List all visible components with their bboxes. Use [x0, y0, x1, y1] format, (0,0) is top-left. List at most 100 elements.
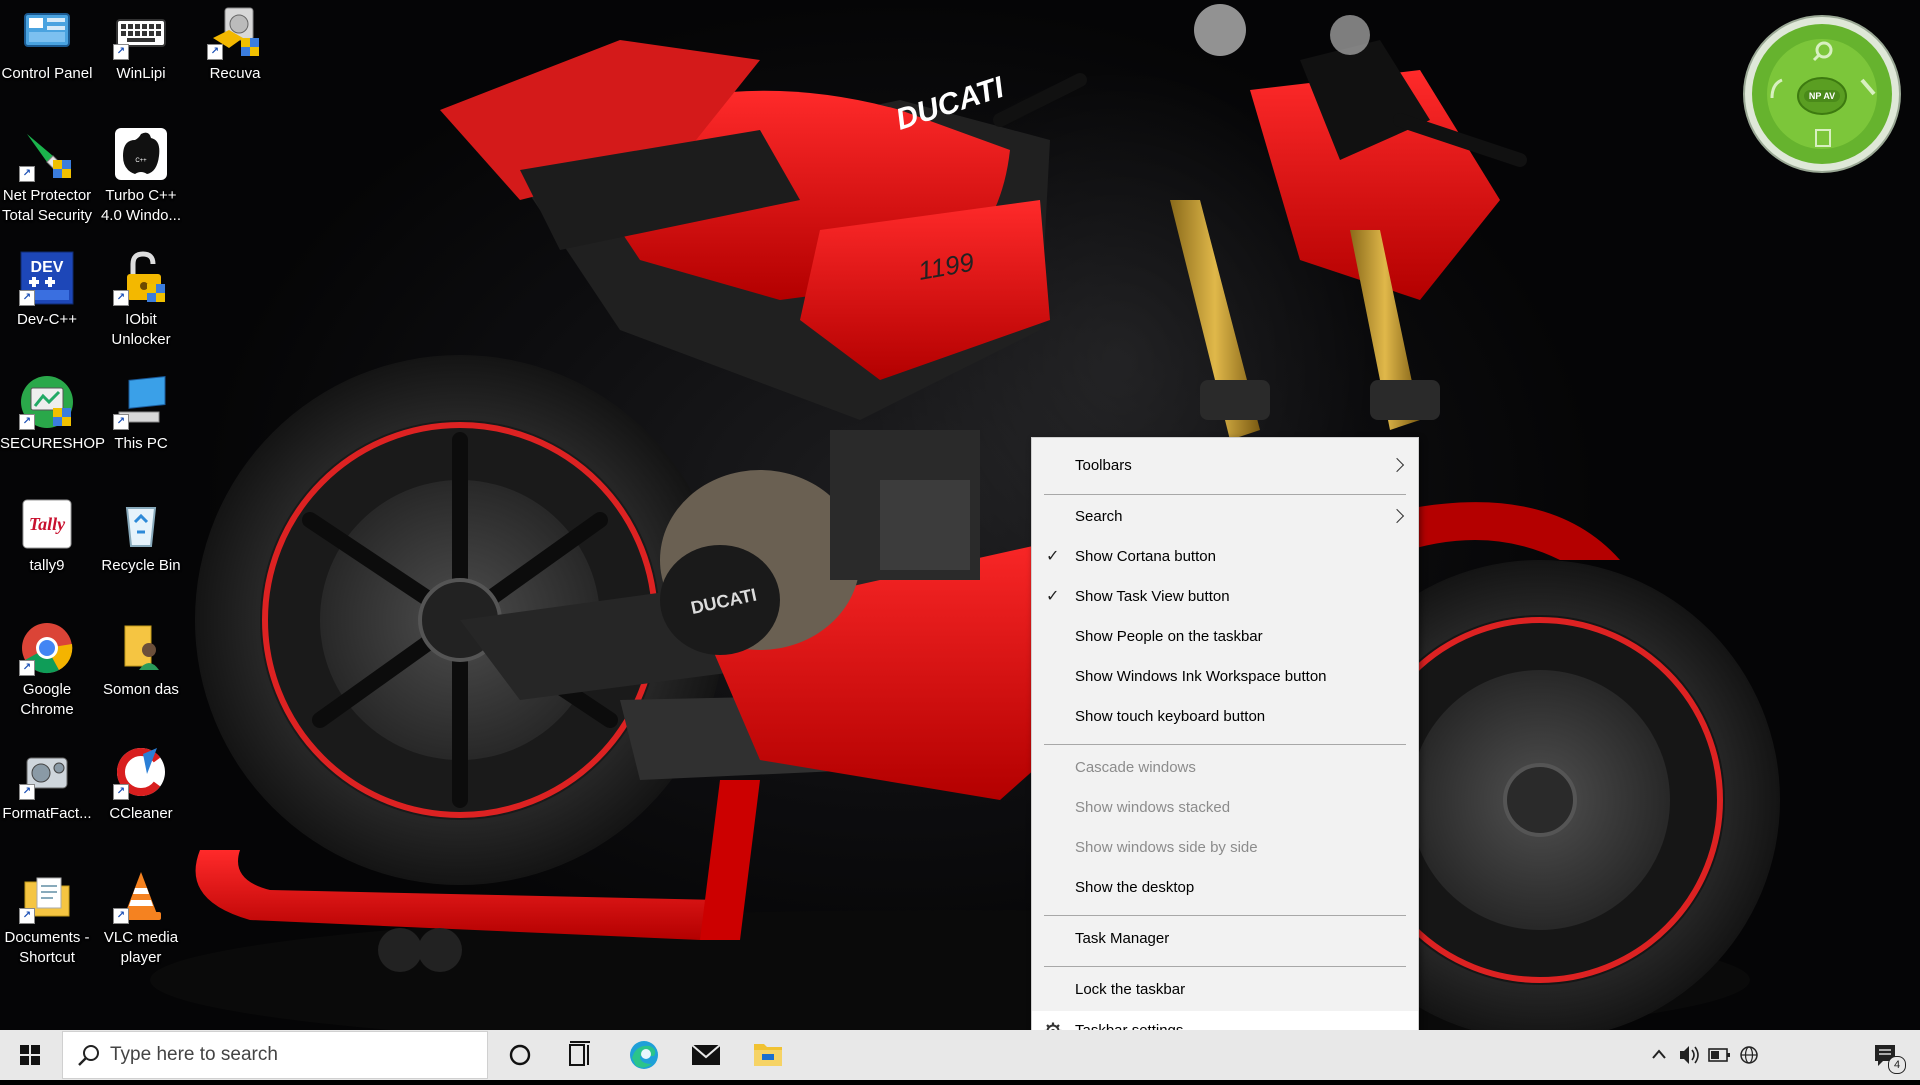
desktop-icon-recuva[interactable]: ↗ Recuva [188, 4, 282, 84]
desktop-icon-this-pc[interactable]: ↗ This PC [94, 374, 188, 454]
svg-text:Tally: Tally [29, 514, 66, 534]
task-view-icon [569, 1041, 590, 1066]
desktop-icon-ccleaner[interactable]: ↗ CCleaner [94, 744, 188, 824]
documents-folder-icon: ↗ [19, 868, 75, 924]
desktop-icon-tally9[interactable]: Tally tally9 [0, 496, 94, 576]
menu-item-label: Task Manager [1075, 930, 1170, 947]
menu-item-label: Show the desktop [1075, 879, 1195, 896]
taskbar-search-box[interactable]: Type here to search [62, 1031, 488, 1079]
control-panel-icon [19, 4, 75, 60]
vlc-icon: ↗ [113, 868, 169, 924]
menu-item-label: Lock the taskbar [1075, 981, 1186, 998]
cortana-icon [509, 1044, 531, 1066]
battery-button[interactable] [1704, 1030, 1734, 1080]
desktop-icon-secureshop[interactable]: ↗ SECURESHOP [0, 374, 106, 454]
shortcut-arrow-icon: ↗ [113, 784, 129, 800]
desktop-icon-label: Recuva [209, 65, 261, 82]
taskbar: Type here to search 4 [0, 1030, 1920, 1080]
speaker-icon [1680, 1046, 1699, 1064]
notification-count-badge: 4 [1888, 1056, 1906, 1074]
menu-item-show-touch-keyboard[interactable]: Show touch keyboard button [1032, 697, 1418, 737]
menu-item-label: Show touch keyboard button [1075, 708, 1266, 725]
menu-item-search[interactable]: Search [1032, 497, 1418, 537]
mail-icon [691, 1044, 721, 1065]
menu-item-label: Cascade windows [1075, 759, 1196, 776]
desktop-icon-label: CCleaner [109, 805, 173, 822]
menu-item-label: Search [1075, 508, 1123, 525]
desktop: DUCATI DUCATI 1199 Control Panel ↗ WinLi… [0, 0, 1920, 1080]
shortcut-arrow-icon: ↗ [113, 44, 129, 60]
task-view-button[interactable] [554, 1030, 606, 1080]
volume-button[interactable] [1674, 1030, 1704, 1080]
desktop-icon-iobit-unlocker[interactable]: ↗ IObit Unlocker [94, 250, 188, 350]
taskbar-file-explorer[interactable] [742, 1030, 794, 1080]
desktop-icon-turbo-cpp[interactable]: C++ Turbo C++ 4.0 Windo... [94, 126, 188, 226]
secureshop-icon: ↗ [19, 374, 75, 430]
desktop-icon-google-chrome[interactable]: ↗ Google Chrome [0, 620, 94, 720]
shortcut-arrow-icon: ↗ [113, 290, 129, 306]
desktop-icon-winlipi[interactable]: ↗ WinLipi [94, 4, 188, 84]
ccleaner-icon: ↗ [113, 744, 169, 800]
menu-item-label: Show Task View button [1075, 588, 1230, 605]
net-protector-icon: ↗ [19, 126, 75, 182]
chevron-right-icon [1389, 508, 1405, 524]
search-icon [78, 1045, 99, 1066]
desktop-icon-somon-das[interactable]: Somon das [94, 620, 188, 700]
format-factory-icon: ↗ [19, 744, 75, 800]
desktop-icon-vlc[interactable]: ↗ VLC media player [94, 868, 188, 968]
shortcut-arrow-icon: ↗ [207, 44, 223, 60]
show-hidden-icons-button[interactable] [1644, 1030, 1674, 1080]
menu-item-show-windows-stacked: Show windows stacked [1032, 788, 1418, 828]
start-button[interactable] [0, 1030, 60, 1080]
chevron-right-icon [1389, 457, 1405, 473]
taskbar-edge[interactable] [618, 1030, 670, 1080]
menu-item-show-windows-ink[interactable]: Show Windows Ink Workspace button [1032, 657, 1418, 697]
desktop-icon-recycle-bin[interactable]: Recycle Bin [94, 496, 188, 576]
desktop-icon-label: IObit Unlocker [111, 311, 171, 348]
menu-item-show-task-view-button[interactable]: ✓ Show Task View button [1032, 577, 1418, 617]
menu-item-label: Show windows side by side [1075, 839, 1258, 856]
menu-separator [1044, 966, 1406, 967]
menu-item-show-cortana-button[interactable]: ✓ Show Cortana button [1032, 537, 1418, 577]
menu-item-task-manager[interactable]: Task Manager [1032, 919, 1418, 959]
menu-item-label: Show Cortana button [1075, 548, 1216, 565]
keyboard-icon: ↗ [113, 4, 169, 60]
menu-item-show-windows-side-by-side: Show windows side by side [1032, 828, 1418, 868]
npav-gadget[interactable]: NP AV [1742, 8, 1902, 176]
menu-item-show-the-desktop[interactable]: Show the desktop [1032, 868, 1418, 908]
shortcut-arrow-icon: ↗ [19, 166, 35, 182]
menu-item-label: Show windows stacked [1075, 799, 1231, 816]
menu-item-show-people[interactable]: Show People on the taskbar [1032, 617, 1418, 657]
shortcut-arrow-icon: ↗ [19, 784, 35, 800]
chevron-up-icon [1652, 1049, 1666, 1059]
checkmark-icon: ✓ [1046, 548, 1060, 565]
cortana-button[interactable] [494, 1030, 546, 1080]
desktop-icon-label: Turbo C++ 4.0 Windo... [100, 187, 182, 224]
desktop-icon-label: WinLipi [116, 65, 166, 82]
menu-separator [1044, 494, 1406, 495]
desktop-icon-label: Net Protector Total Security [1, 187, 93, 224]
desktop-icon-format-factory[interactable]: ↗ FormatFact... [0, 744, 94, 824]
svg-text:DEV: DEV [31, 259, 64, 276]
action-center-button[interactable]: 4 [1860, 1030, 1910, 1080]
battery-icon [1708, 1048, 1730, 1062]
menu-item-lock-the-taskbar[interactable]: Lock the taskbar [1032, 970, 1418, 1010]
desktop-icon-label: SECURESHOP [0, 435, 106, 452]
desktop-icon-label: FormatFact... [2, 805, 92, 822]
desktop-icon-label: Recycle Bin [101, 557, 181, 574]
desktop-icon-net-protector[interactable]: ↗ Net Protector Total Security [0, 126, 94, 226]
user-folder-icon [113, 620, 169, 676]
taskbar-context-menu: Toolbars Search ✓ Show Cortana button ✓ … [1031, 437, 1419, 1064]
menu-item-toolbars[interactable]: Toolbars [1032, 446, 1418, 486]
taskbar-mail[interactable] [680, 1030, 732, 1080]
clock-button[interactable] [1754, 1030, 1824, 1080]
recycle-bin-icon [113, 496, 169, 552]
desktop-icon-label: VLC media player [103, 929, 179, 966]
desktop-icon-dev-cpp[interactable]: DEV ↗ Dev-C++ [0, 250, 94, 330]
desktop-icon-control-panel[interactable]: Control Panel [0, 4, 94, 84]
menu-item-label: Show Windows Ink Workspace button [1075, 668, 1327, 685]
menu-item-label: Toolbars [1075, 457, 1132, 474]
desktop-icon-documents-shortcut[interactable]: ↗ Documents - Shortcut [0, 868, 94, 968]
desktop-icon-label: Google Chrome [20, 681, 74, 718]
checkmark-icon: ✓ [1046, 588, 1060, 605]
